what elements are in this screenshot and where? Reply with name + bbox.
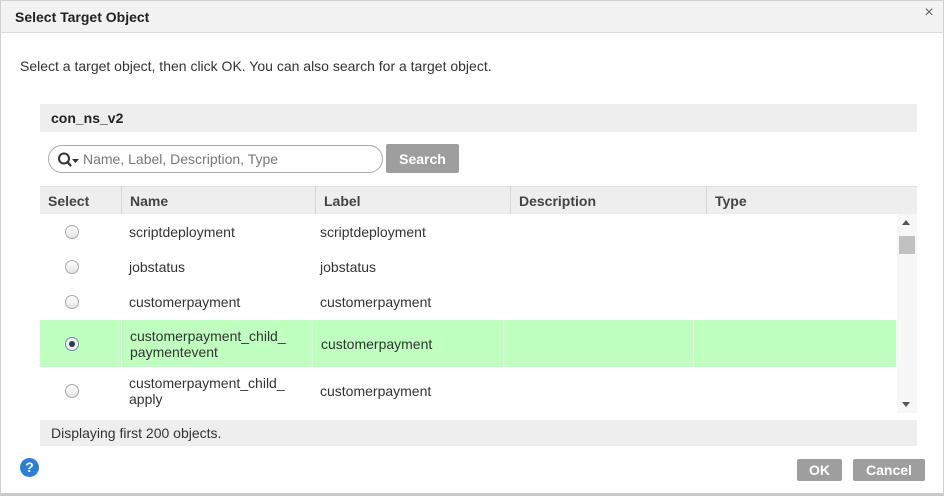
label-cell: scriptdeployment xyxy=(312,214,503,249)
name-text: customerpayment_child_ paymentevent xyxy=(130,328,286,360)
dialog-titlebar: Select Target Object × xyxy=(1,1,943,33)
column-header-select: Select xyxy=(48,193,90,209)
connection-name: con_ns_v2 xyxy=(51,110,124,126)
name-cell: customerpayment xyxy=(121,284,312,320)
type-cell xyxy=(693,369,896,413)
scroll-thumb[interactable] xyxy=(899,236,915,254)
name-line: paymentevent xyxy=(130,343,218,360)
table-row[interactable]: customerpayment_child_ paymentevent custom… xyxy=(40,320,896,367)
name-line: apply xyxy=(129,391,163,407)
description-cell xyxy=(503,320,693,367)
grid-rows: scriptdeployment scriptdeployment jobstatu… xyxy=(40,214,896,413)
name-cell: scriptdeployment xyxy=(121,214,312,249)
status-bar: Displaying first 200 objects. xyxy=(40,420,917,446)
type-cell xyxy=(693,284,896,320)
search-icon[interactable] xyxy=(57,151,81,169)
close-icon[interactable]: × xyxy=(921,5,937,21)
name-cell: jobstatus xyxy=(121,249,312,284)
select-cell xyxy=(40,249,121,284)
type-cell xyxy=(693,214,896,249)
label-cell: customerpayment xyxy=(312,320,503,367)
scroll-down-icon[interactable] xyxy=(902,402,910,407)
description-cell xyxy=(503,214,693,249)
label-cell: jobstatus xyxy=(312,249,503,284)
help-icon[interactable]: ? xyxy=(20,458,39,477)
column-header-description[interactable]: Description xyxy=(510,187,706,215)
name-text: scriptdeployment xyxy=(129,223,235,240)
row-select-radio[interactable] xyxy=(65,336,79,351)
label-text: scriptdeployment xyxy=(320,223,426,240)
select-cell xyxy=(40,284,121,320)
name-line: customerpayment_child_ xyxy=(130,327,286,344)
label-cell: customerpayment xyxy=(312,369,503,413)
dialog-title: Select Target Object xyxy=(15,9,150,25)
label-text: customerpayment xyxy=(321,335,433,352)
name-text: customerpayment_child_ apply xyxy=(129,375,285,407)
name-cell: customerpayment_child_ paymentevent xyxy=(121,320,312,367)
instructions-text: Select a target object, then click OK. Y… xyxy=(20,58,492,74)
connection-header: con_ns_v2 xyxy=(40,104,917,132)
name-cell: customerpayment_child_ apply xyxy=(121,369,312,413)
description-cell xyxy=(503,284,693,320)
label-cell: customerpayment xyxy=(312,284,503,320)
type-cell xyxy=(693,249,896,284)
select-cell xyxy=(40,214,121,249)
scroll-up-icon[interactable] xyxy=(902,220,910,225)
row-select-radio[interactable] xyxy=(65,384,79,398)
search-input[interactable] xyxy=(83,149,373,169)
select-cell xyxy=(40,369,121,413)
select-cell xyxy=(40,320,121,367)
grid-scrollbar[interactable] xyxy=(897,214,917,413)
row-select-radio[interactable] xyxy=(65,224,79,239)
search-box[interactable] xyxy=(48,145,383,173)
cancel-button[interactable]: Cancel xyxy=(853,459,925,481)
ok-button[interactable]: OK xyxy=(797,459,842,481)
name-text: jobstatus xyxy=(129,258,186,275)
label-text: jobstatus xyxy=(320,258,377,275)
select-target-object-dialog: Select Target Object × Select a target o… xyxy=(0,0,944,496)
name-line: customerpayment_child_ xyxy=(129,375,285,391)
table-row[interactable]: jobstatus jobstatus xyxy=(40,249,896,284)
column-header-type[interactable]: Type xyxy=(706,187,917,215)
column-header-name[interactable]: Name xyxy=(121,187,315,215)
object-selection-panel: con_ns_v2 Search Select Name Label Descr… xyxy=(40,104,917,446)
status-text: Displaying first 200 objects. xyxy=(51,425,222,441)
grid-header: Select Name Label Description Type xyxy=(40,186,917,215)
name-text: customerpayment xyxy=(129,294,241,310)
table-row[interactable]: customerpayment_child_ apply customerpayme… xyxy=(40,369,896,413)
column-header-label[interactable]: Label xyxy=(315,187,510,215)
description-cell xyxy=(503,369,693,413)
search-button[interactable]: Search xyxy=(386,144,459,173)
label-text: customerpayment xyxy=(320,383,432,399)
row-select-radio[interactable] xyxy=(65,295,79,309)
label-text: customerpayment xyxy=(320,294,432,310)
table-row[interactable]: customerpayment customerpayment xyxy=(40,284,896,320)
type-cell xyxy=(693,320,896,367)
description-cell xyxy=(503,249,693,284)
table-row[interactable]: scriptdeployment scriptdeployment xyxy=(40,214,896,249)
row-select-radio[interactable] xyxy=(65,259,79,274)
